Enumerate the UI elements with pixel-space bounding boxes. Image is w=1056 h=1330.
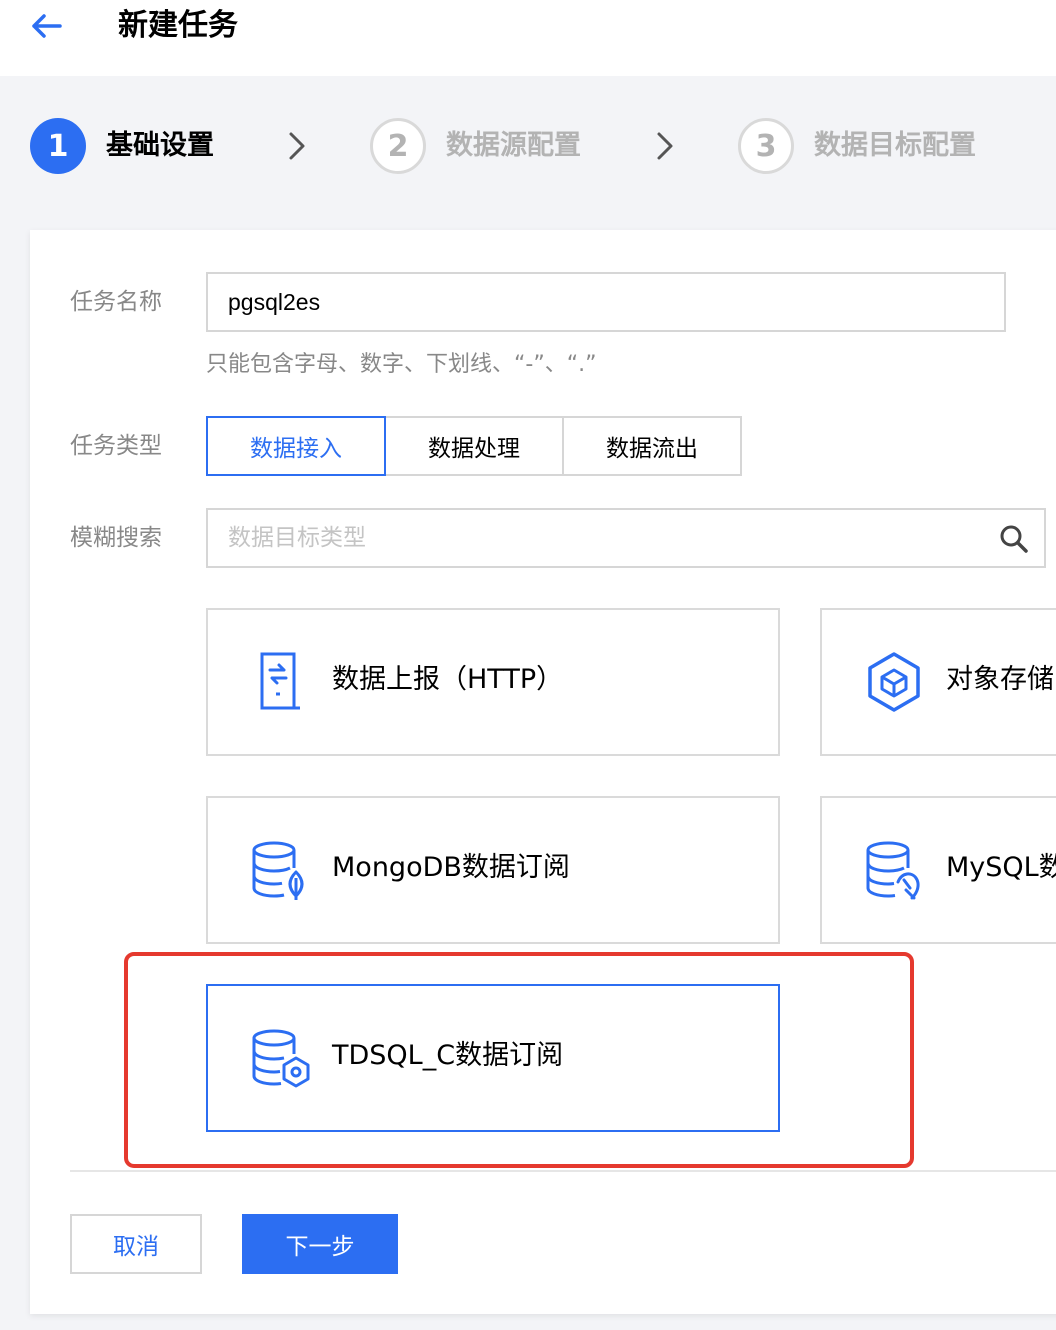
search-box xyxy=(206,508,1046,568)
http-report-icon xyxy=(260,652,300,710)
search-label: 模糊搜索 xyxy=(70,525,162,551)
task-type-option-ingest[interactable]: 数据接入 xyxy=(206,416,386,476)
object-storage-icon xyxy=(868,652,920,712)
source-tile-tdsql-c[interactable]: TDSQL_C数据订阅 xyxy=(206,984,780,1132)
source-tile-http[interactable]: 数据上报（HTTP） xyxy=(206,608,780,756)
task-type-label: 任务类型 xyxy=(70,433,162,459)
source-tile-label: 对象存储 xyxy=(946,664,1054,695)
task-type-option-egress[interactable]: 数据流出 xyxy=(562,416,742,476)
arrow-left-icon xyxy=(32,14,62,38)
source-tile-label: 数据上报（HTTP） xyxy=(332,664,564,695)
chevron-right-icon xyxy=(657,132,673,160)
step-3-number: 3 xyxy=(738,118,794,174)
task-name-label: 任务名称 xyxy=(70,289,162,315)
source-tile-label: MongoDB数据订阅 xyxy=(332,852,570,883)
mysql-icon xyxy=(866,841,920,900)
step-2-label: 数据源配置 xyxy=(446,130,581,161)
task-name-hint: 只能包含字母、数字、下划线、“-”、“.” xyxy=(206,352,597,377)
top-bar: 新建任务 xyxy=(0,0,1056,76)
step-1-number: 1 xyxy=(30,118,86,174)
step-1-label: 基础设置 xyxy=(106,130,214,161)
next-step-button[interactable]: 下一步 xyxy=(242,1214,398,1274)
source-tile-label: TDSQL_C数据订阅 xyxy=(332,1040,564,1071)
back-button[interactable] xyxy=(26,8,66,44)
step-3-label: 数据目标配置 xyxy=(814,130,976,161)
chevron-right-icon xyxy=(289,132,305,160)
search-icon[interactable] xyxy=(998,523,1030,555)
mongodb-icon xyxy=(252,841,304,900)
cancel-button[interactable]: 取消 xyxy=(70,1214,202,1274)
task-type-option-process[interactable]: 数据处理 xyxy=(384,416,564,476)
search-input[interactable] xyxy=(208,510,968,566)
footer-divider xyxy=(70,1170,1056,1172)
source-tile-label: MySQL数据订阅 xyxy=(946,852,1056,883)
task-name-input[interactable]: pgsql2es xyxy=(206,272,1006,332)
step-2-number: 2 xyxy=(370,118,426,174)
steps-bar: 1 基础设置 2 数据源配置 3 数据目标配置 xyxy=(0,110,1056,182)
source-tile-mongodb[interactable]: MongoDB数据订阅 xyxy=(206,796,780,944)
tdsql-c-icon xyxy=(252,1029,310,1088)
source-tile-mysql[interactable]: MySQL数据订阅 xyxy=(820,796,1056,944)
source-tile-object-storage[interactable]: 对象存储 xyxy=(820,608,1056,756)
form-card xyxy=(30,230,1056,1314)
page-title: 新建任务 xyxy=(118,8,238,43)
